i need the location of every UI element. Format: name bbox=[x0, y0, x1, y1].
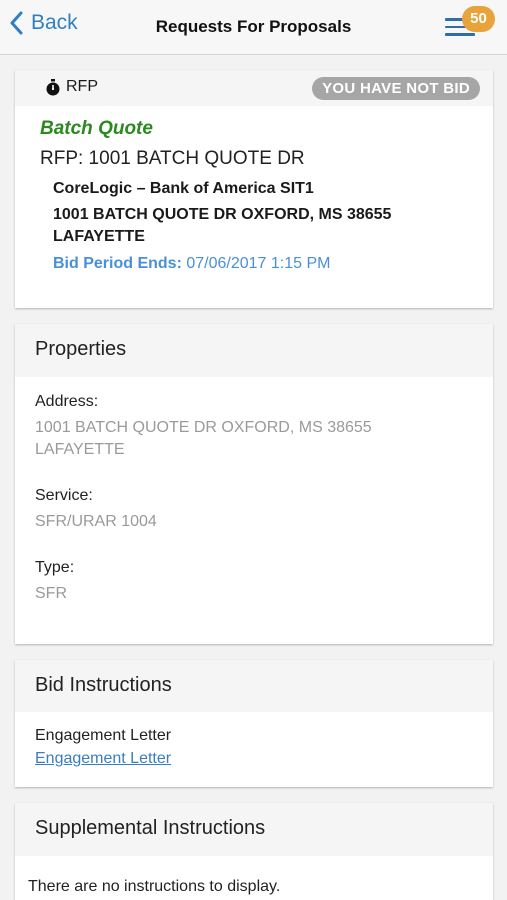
address-value: 1001 BATCH QUOTE DR OXFORD, MS 38655 LAF… bbox=[35, 419, 372, 458]
no-instructions-text: There are no instructions to display. bbox=[28, 878, 281, 895]
rfp-name: Batch Quote bbox=[40, 118, 153, 139]
bid-instructions-header: Bid Instructions bbox=[15, 660, 493, 712]
rfp-full-address: 1001 BATCH QUOTE DR OXFORD, MS 38655 LAF… bbox=[53, 206, 392, 245]
supplemental-instructions-card: Supplemental Instructions There are no i… bbox=[15, 803, 493, 900]
rfp-card-header: RFP YOU HAVE NOT BID bbox=[15, 70, 493, 106]
type-field: Type: SFR bbox=[15, 559, 493, 605]
page-title: Requests For Proposals bbox=[155, 17, 352, 36]
engagement-letter-label: Engagement Letter bbox=[35, 727, 172, 744]
service-field: Service: SFR/URAR 1004 bbox=[15, 487, 493, 533]
properties-header: Properties bbox=[15, 324, 493, 377]
nav-bar: Back Requests For Proposals 50 bbox=[0, 0, 507, 55]
rfp-address-title: RFP: 1001 BATCH QUOTE DR bbox=[40, 148, 305, 169]
stopwatch-icon bbox=[46, 78, 60, 95]
address-field: Address: 1001 BATCH QUOTE DR OXFORD, MS … bbox=[15, 393, 493, 461]
service-label: Service: bbox=[35, 487, 93, 504]
engagement-letter-link[interactable]: Engagement Letter bbox=[15, 750, 171, 768]
properties-card: Properties Address: 1001 BATCH QUOTE DR … bbox=[15, 324, 493, 644]
rfp-type-label: RFP bbox=[45, 78, 98, 96]
rfp-label-text: RFP bbox=[66, 78, 98, 95]
address-label: Address: bbox=[35, 393, 99, 410]
bid-period: Bid Period Ends: 07/06/2017 1:15 PM bbox=[53, 255, 493, 273]
service-value: SFR/URAR 1004 bbox=[35, 513, 157, 530]
bid-period-value: 07/06/2017 1:15 PM bbox=[186, 255, 331, 272]
supplemental-title: Supplemental Instructions bbox=[35, 817, 266, 839]
bid-instructions-title: Bid Instructions bbox=[35, 674, 172, 696]
bid-instructions-card: Bid Instructions Engagement Letter Engag… bbox=[15, 660, 493, 787]
properties-title: Properties bbox=[35, 338, 127, 360]
rfp-summary-card[interactable]: RFP YOU HAVE NOT BID Batch Quote RFP: 10… bbox=[15, 70, 493, 308]
rfp-client: CoreLogic – Bank of America SIT1 bbox=[53, 180, 314, 197]
notification-badge: 50 bbox=[462, 6, 495, 32]
bid-period-label: Bid Period Ends: bbox=[53, 255, 182, 272]
type-value: SFR bbox=[35, 585, 67, 602]
type-label: Type: bbox=[35, 559, 75, 576]
bid-status-badge: YOU HAVE NOT BID bbox=[312, 77, 480, 100]
supplemental-header: Supplemental Instructions bbox=[15, 803, 493, 856]
